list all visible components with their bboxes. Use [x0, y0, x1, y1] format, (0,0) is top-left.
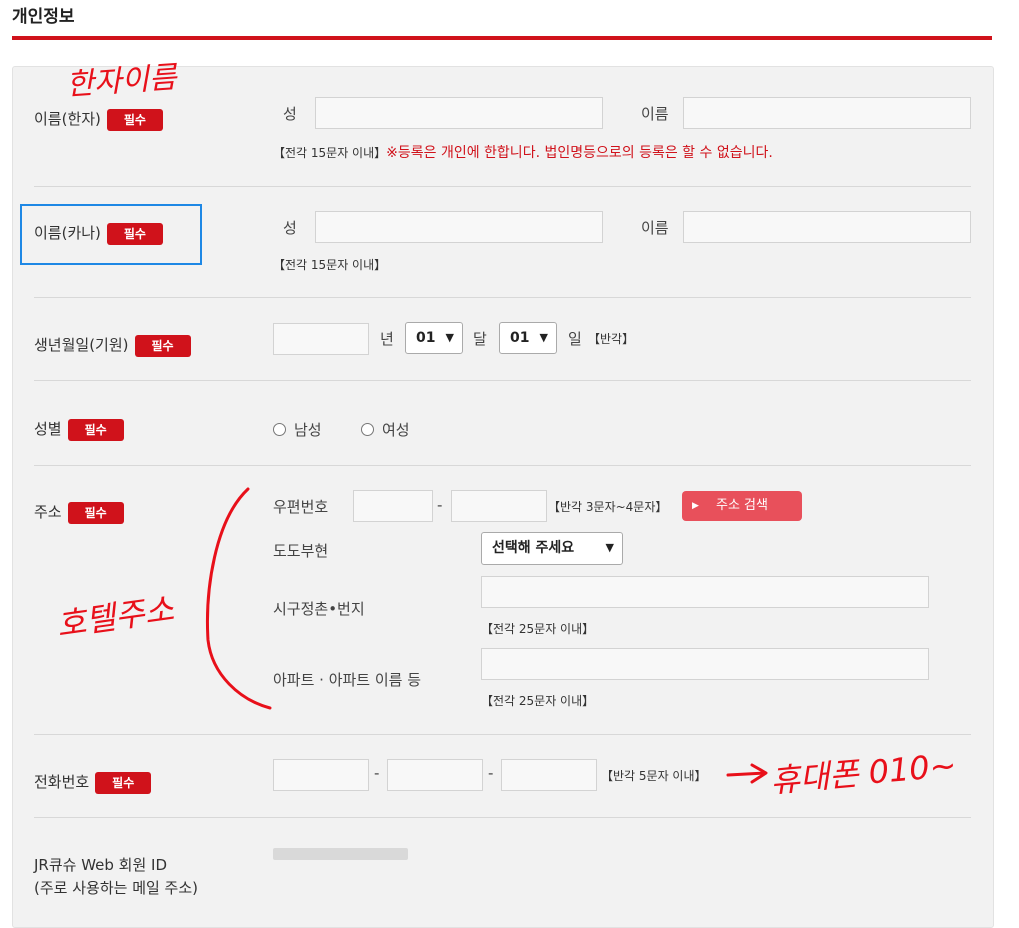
arrow-shaft	[726, 771, 767, 777]
hotel-address-bracket	[206, 487, 272, 710]
annotation-kanji-name: 한자이름	[65, 60, 178, 103]
